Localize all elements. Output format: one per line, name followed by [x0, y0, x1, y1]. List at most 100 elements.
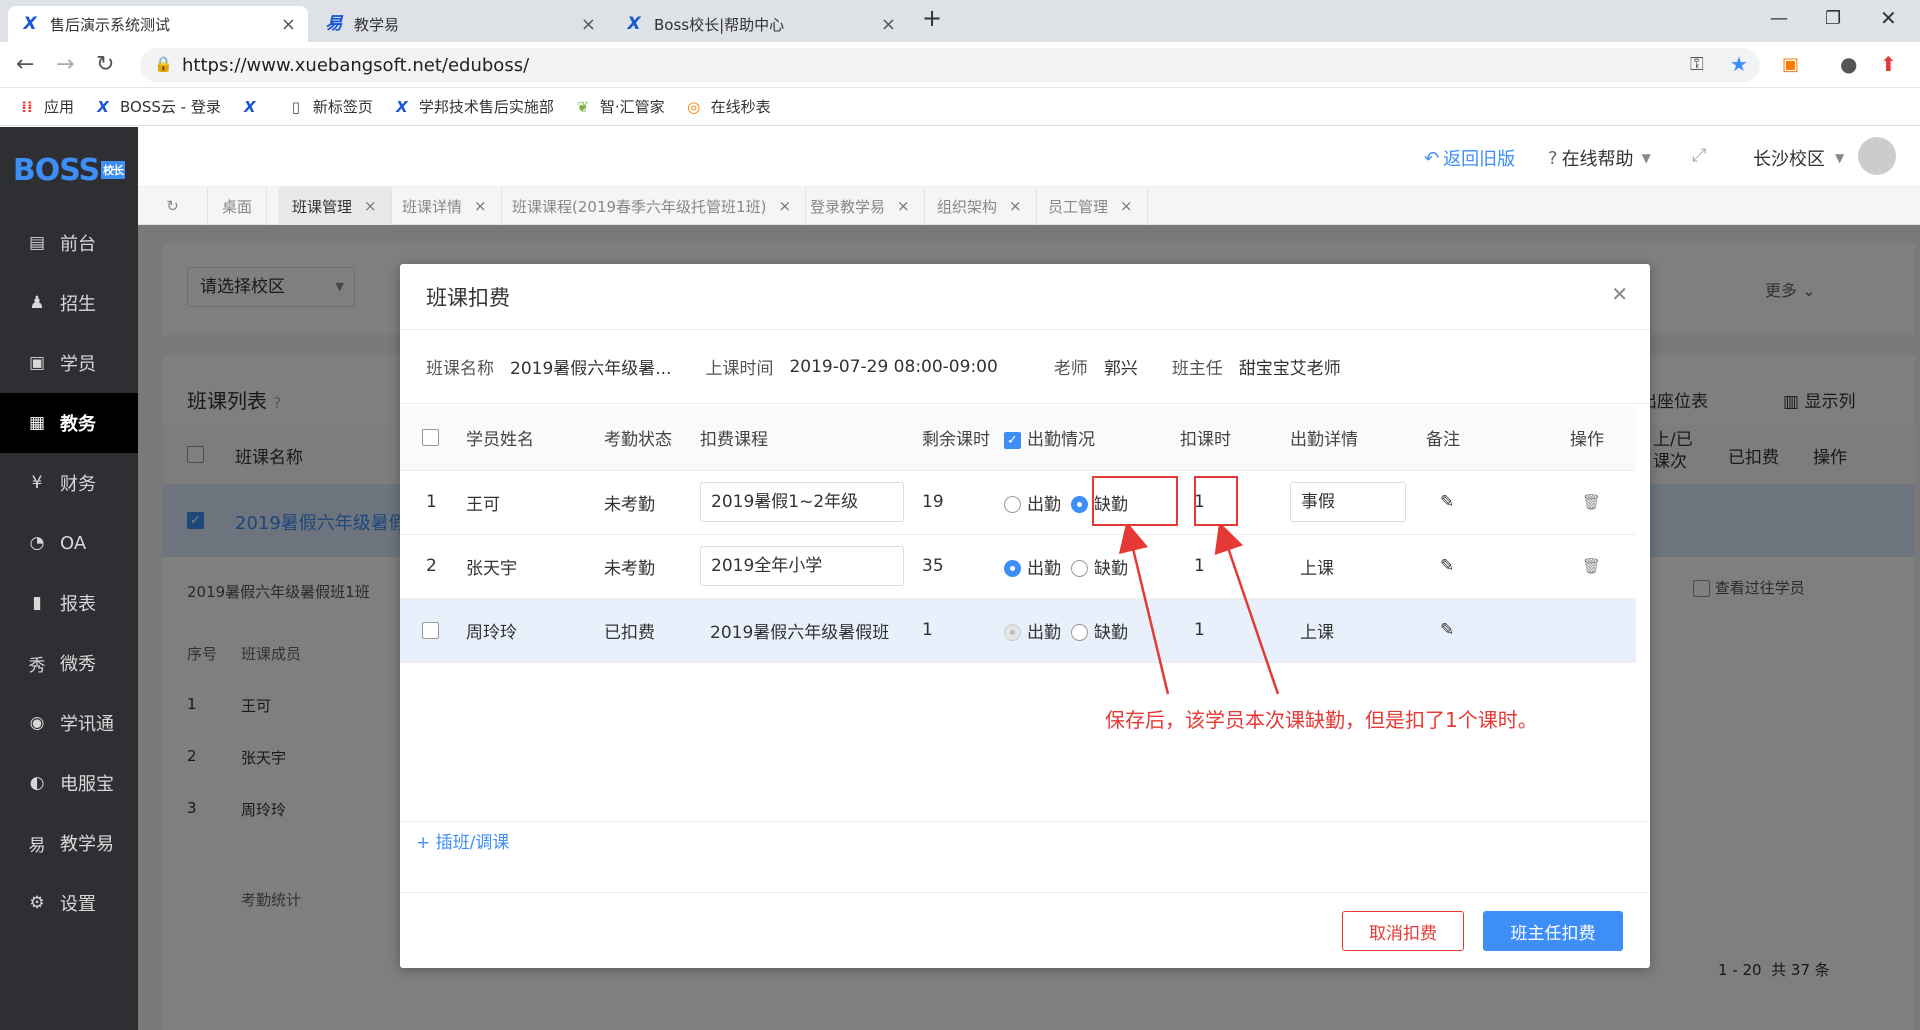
- update-icon[interactable]: ⬆: [1880, 52, 1897, 76]
- bookmark-newtab[interactable]: ▯ 新标签页: [287, 96, 373, 117]
- attendance-detail-select[interactable]: 事假: [1290, 482, 1406, 522]
- student-name: 周玲玲: [466, 598, 604, 663]
- browser-tab-2[interactable]: 易 教学易 ×: [312, 6, 608, 42]
- url-field[interactable]: 🔒 https://www.xuebangsoft.net/eduboss/: [140, 48, 1760, 82]
- teacher-value: 郭兴: [1103, 359, 1138, 379]
- tab-class-management[interactable]: 班课管理 ×: [278, 187, 392, 225]
- cancel-deduct-button[interactable]: 取消扣费: [1342, 911, 1464, 951]
- close-icon[interactable]: ✕: [1611, 282, 1628, 306]
- trash-icon[interactable]: 🗑: [1582, 493, 1601, 511]
- sidebar-item-dianfubao[interactable]: ◐ 电服宝: [0, 753, 138, 813]
- xuebang-icon: X: [627, 14, 641, 34]
- course-select[interactable]: 2019全年小学: [700, 546, 904, 586]
- radio-icon: [1071, 624, 1088, 641]
- key-icon[interactable]: ⚿: [1690, 54, 1704, 75]
- sidebar-item-frontdesk[interactable]: ▤ 前台: [0, 213, 138, 273]
- minimize-icon[interactable]: —: [1770, 8, 1788, 29]
- time-value: 2019-07-29 08:00-09:00: [789, 356, 998, 377]
- sidebar-item-weixiu[interactable]: 秀微秀: [0, 633, 138, 693]
- sidebar-item-oa[interactable]: ◔ OA: [0, 513, 138, 573]
- select-all-checkbox[interactable]: [422, 429, 439, 447]
- window-close-icon[interactable]: ✕: [1880, 6, 1897, 30]
- sidebar-item-label: 电服宝: [60, 774, 114, 795]
- refresh-icon[interactable]: ↻: [138, 187, 208, 225]
- tab-staff[interactable]: 员工管理 ×: [1034, 187, 1148, 225]
- edit-icon[interactable]: ✎: [1440, 620, 1454, 640]
- back-old-version-link[interactable]: ↶ 返回旧版: [1424, 145, 1515, 171]
- forward-icon[interactable]: →: [56, 52, 74, 77]
- tab-label: 桌面: [222, 197, 253, 216]
- avatar[interactable]: [1858, 137, 1896, 175]
- close-icon[interactable]: ×: [364, 197, 377, 215]
- maximize-icon[interactable]: ❐: [1825, 8, 1841, 29]
- sidebar-item-label: 财务: [60, 474, 96, 495]
- bookmark-boss[interactable]: X BOSS云 - 登录: [94, 96, 221, 117]
- xuebang-icon: X: [396, 97, 408, 116]
- sidebar-item-reports[interactable]: ▮ 报表: [0, 573, 138, 633]
- head-teacher-deduct-button[interactable]: 班主任扣费: [1483, 911, 1623, 951]
- back-icon[interactable]: ←: [16, 52, 34, 77]
- teacher-label: 老师: [1053, 359, 1088, 379]
- reload-icon[interactable]: ↻: [96, 52, 114, 77]
- bookmark-timer[interactable]: ◎ 在线秒表: [685, 96, 771, 117]
- sidebar-item-settings[interactable]: ⚙ 设置: [0, 873, 138, 933]
- radio-icon: [1071, 560, 1088, 577]
- online-help-menu[interactable]: ? 在线帮助 ▼: [1548, 145, 1651, 171]
- bookmark-support[interactable]: X 学邦技术售后实施部: [393, 96, 554, 117]
- tab-class-course[interactable]: 班课课程(2019春季六年级托管班1班) ×: [498, 187, 807, 225]
- course-select[interactable]: 2019暑假1~2年级: [700, 482, 904, 522]
- close-icon[interactable]: ×: [281, 14, 296, 35]
- radio-icon: [1004, 624, 1021, 641]
- present-radio[interactable]: 出勤: [1004, 495, 1061, 515]
- account-icon[interactable]: ●: [1840, 52, 1857, 76]
- edit-icon[interactable]: ✎: [1440, 492, 1454, 512]
- trash-icon[interactable]: 🗑: [1582, 557, 1601, 575]
- logo: BOSS 校长: [0, 127, 138, 213]
- app-header: ↶ 返回旧版 ? 在线帮助 ▼ ⤢ 长沙校区 ▼: [138, 127, 1920, 187]
- close-icon[interactable]: ×: [581, 14, 596, 35]
- sidebar-item-students[interactable]: ▣ 学员: [0, 333, 138, 393]
- tab-class-detail[interactable]: 班课详情 ×: [388, 187, 502, 225]
- new-tab-icon[interactable]: +: [922, 4, 942, 32]
- add-transfer-link[interactable]: + 插班/调课: [416, 828, 509, 853]
- course-value: 2019暑假六年级暑假班: [700, 598, 922, 663]
- tab-login-jiaoxueyi[interactable]: 登录教学易 ×: [796, 187, 925, 225]
- sidebar-item-jiaoxueyi[interactable]: 易教学易: [0, 813, 138, 873]
- campus-label: 长沙校区: [1753, 149, 1825, 170]
- browser-tab-1[interactable]: X 售后演示系统测试 ×: [8, 6, 308, 42]
- star-icon[interactable]: ★: [1730, 52, 1748, 76]
- user-add-icon: ♟: [29, 293, 45, 313]
- campus-menu[interactable]: 长沙校区 ▼: [1753, 145, 1844, 171]
- browser-tab-3[interactable]: X Boss校长|帮助中心 ×: [612, 6, 908, 42]
- close-icon[interactable]: ×: [897, 197, 910, 215]
- bookmark-zhihui[interactable]: ❦ 智·汇管家: [574, 96, 665, 117]
- fullscreen-icon[interactable]: ⤢: [1692, 145, 1706, 166]
- tab-label: 组织架构: [937, 197, 998, 216]
- leaf-icon: ❦: [576, 97, 590, 116]
- back-old-label: 返回旧版: [1443, 149, 1516, 170]
- edit-icon[interactable]: ✎: [1440, 556, 1454, 576]
- sidebar-item-enroll[interactable]: ♟ 招生: [0, 273, 138, 333]
- close-icon[interactable]: ×: [1120, 197, 1133, 215]
- extension-icon[interactable]: ▣: [1782, 54, 1799, 75]
- help-icon: ?: [1548, 147, 1558, 169]
- col-student-name: 学员姓名: [466, 406, 604, 471]
- tab-org-structure[interactable]: 组织架构 ×: [923, 187, 1037, 225]
- close-icon[interactable]: ×: [1009, 197, 1022, 215]
- row-checkbox[interactable]: [422, 621, 439, 639]
- present-radio[interactable]: 出勤: [1004, 559, 1061, 579]
- tab-desktop[interactable]: 桌面: [208, 187, 268, 225]
- bookmark-xuebang[interactable]: X: [241, 98, 267, 116]
- sidebar-item-xuexuntong[interactable]: ◉ 学讯通: [0, 693, 138, 753]
- close-icon[interactable]: ×: [881, 14, 896, 35]
- sidebar-item-label: 前台: [60, 234, 96, 255]
- tab-label: 班课详情: [402, 197, 463, 216]
- jiaoxueyi-icon: 易: [28, 835, 46, 856]
- attendance-all-checkbox[interactable]: ✓: [1004, 431, 1021, 449]
- close-icon[interactable]: ×: [778, 197, 791, 215]
- sidebar-item-academic[interactable]: ▦ 教务: [0, 393, 138, 453]
- close-icon[interactable]: ×: [474, 197, 487, 215]
- bookmark-apps[interactable]: ⁞⁞ 应用: [18, 96, 74, 117]
- help-label: 在线帮助: [1561, 149, 1634, 170]
- sidebar-item-finance[interactable]: ¥ 财务: [0, 453, 138, 513]
